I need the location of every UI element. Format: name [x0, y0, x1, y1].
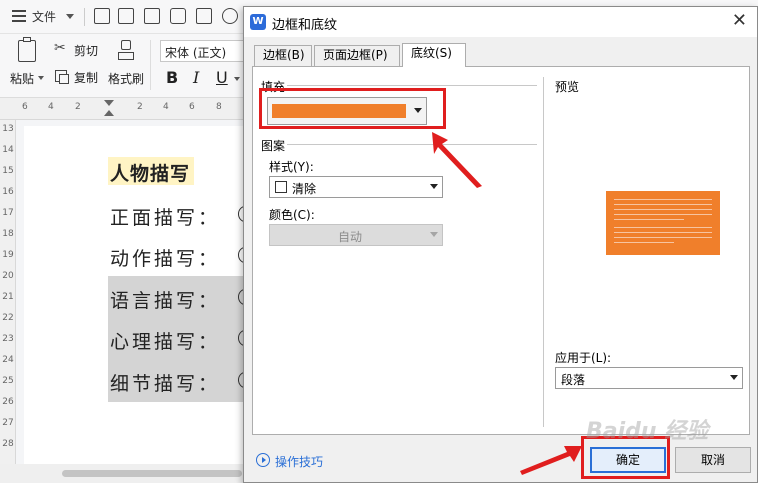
ruler-tick-label: 28 [2, 439, 14, 449]
divider [287, 144, 537, 145]
ruler-tick-label: 21 [2, 292, 14, 302]
horizontal-scrollbar[interactable] [0, 464, 243, 483]
ruler-tick-label: 2 [75, 102, 81, 112]
apply-to-dropdown[interactable]: 段落 [555, 367, 743, 389]
tab-shading[interactable]: 底纹(S) [402, 43, 466, 67]
ruler-tick-label: 2 [137, 102, 143, 112]
annotation-arrow-icon [432, 132, 482, 188]
ruler-tick-label: 13 [2, 124, 14, 134]
chevron-down-icon[interactable] [730, 375, 738, 380]
ruler-tick-label: 17 [2, 208, 14, 218]
preview-label: 预览 [555, 80, 580, 94]
tab-page-borders[interactable]: 页面边框(P) [314, 45, 400, 66]
font-name-value: 宋体 (正文) [165, 46, 227, 60]
pattern-style-dropdown[interactable]: 清除 [269, 176, 443, 198]
ruler-tick-label: 4 [163, 102, 169, 112]
ruler-tick-label: 27 [2, 418, 14, 428]
pattern-color-label: 颜色(C): [269, 208, 315, 222]
chevron-down-icon [430, 232, 438, 237]
print-preview-icon[interactable] [196, 8, 212, 24]
ruler-tick-label: 26 [2, 397, 14, 407]
pattern-color-dropdown[interactable]: 自动 [269, 224, 443, 246]
print-icon[interactable] [170, 8, 186, 24]
apply-to-value: 段落 [561, 373, 586, 387]
cancel-button[interactable]: 取消 [675, 447, 751, 473]
ruler-tick-label: 20 [2, 271, 14, 281]
ruler-tick-label: 15 [2, 166, 14, 176]
borders-and-shading-dialog: W 边框和底纹 ✕ 边框(B) 页面边框(P) 底纹(S) 填充 图案 样式(Y… [243, 6, 758, 483]
play-help-icon[interactable] [256, 453, 270, 467]
scissors-icon[interactable]: ✂ [54, 40, 66, 56]
ruler-tick-label: 22 [2, 313, 14, 323]
chevron-down-icon[interactable] [234, 77, 240, 81]
tab-borders[interactable]: 边框(B) [254, 45, 312, 66]
close-icon[interactable]: ✕ [732, 11, 747, 31]
font-name-select[interactable]: 宋体 (正文) [160, 40, 244, 62]
panel-divider [543, 77, 544, 427]
underline-button[interactable]: U [216, 68, 228, 87]
chevron-down-icon[interactable] [66, 14, 74, 19]
document-heading[interactable]: 人物描写 [110, 159, 190, 186]
copy-button[interactable]: 复制 [74, 69, 98, 86]
shading-preview [606, 191, 720, 255]
document-line[interactable]: 心理描写： [110, 327, 220, 354]
tips-link[interactable]: 操作技巧 [275, 453, 323, 470]
pattern-style-label: 样式(Y): [269, 160, 314, 174]
wps-logo-icon: W [250, 14, 266, 30]
ruler-tick-label: 4 [48, 102, 54, 112]
ruler-tick-label: 8 [216, 102, 222, 112]
copy-icon[interactable] [55, 70, 69, 84]
paste-button[interactable]: 粘贴 [10, 70, 34, 87]
pattern-color-value: 自动 [337, 230, 362, 244]
export-pdf-icon[interactable] [144, 8, 160, 24]
paste-icon[interactable] [18, 37, 36, 62]
divider [287, 85, 537, 86]
new-doc-icon[interactable] [94, 8, 110, 24]
undo-icon[interactable] [222, 8, 238, 24]
indent-marker-icon[interactable] [104, 100, 114, 118]
italic-button[interactable]: I [193, 68, 199, 87]
ruler-tick-label: 23 [2, 334, 14, 344]
ruler-tick-label: 25 [2, 376, 14, 386]
pattern-style-value: 清除 [292, 182, 317, 196]
watermark: Baidu 经验 [586, 419, 709, 444]
annotation-highlight-box [259, 88, 446, 129]
format-painter-icon[interactable] [118, 40, 134, 62]
save-icon[interactable] [118, 8, 134, 24]
ruler-tick-label: 16 [2, 187, 14, 197]
scrollbar-thumb[interactable] [62, 470, 242, 477]
pattern-section-label: 图案 [261, 139, 286, 153]
dialog-title: 边框和底纹 [272, 18, 338, 33]
file-menu[interactable]: 文件 [32, 8, 56, 26]
format-painter-button[interactable]: 格式刷 [108, 70, 144, 87]
bold-button[interactable]: B [166, 68, 178, 87]
ruler-tick-label: 18 [2, 229, 14, 239]
document-line[interactable]: 语言描写： [110, 286, 220, 313]
pattern-swatch-icon [275, 181, 287, 193]
ruler-tick-label: 14 [2, 145, 14, 155]
ruler-tick-label: 6 [22, 102, 28, 112]
ruler-tick-label: 19 [2, 250, 14, 260]
document-line[interactable]: 细节描写： [110, 369, 220, 396]
hamburger-menu-icon[interactable] [12, 10, 26, 22]
document-line[interactable]: 正面描写： [110, 203, 220, 230]
document-line[interactable]: 动作描写： [110, 244, 220, 271]
apply-to-label: 应用于(L): [555, 351, 612, 365]
dialog-titlebar[interactable]: W 边框和底纹 ✕ [244, 7, 757, 37]
vertical-ruler[interactable]: 13 14 15 16 17 18 19 20 21 22 23 24 25 2… [0, 120, 16, 465]
annotation-arrow-icon [520, 446, 582, 475]
chevron-down-icon[interactable] [38, 76, 44, 80]
cut-button[interactable]: 剪切 [74, 42, 98, 59]
ruler-tick-label: 24 [2, 355, 14, 365]
ruler-tick-label: 6 [189, 102, 195, 112]
